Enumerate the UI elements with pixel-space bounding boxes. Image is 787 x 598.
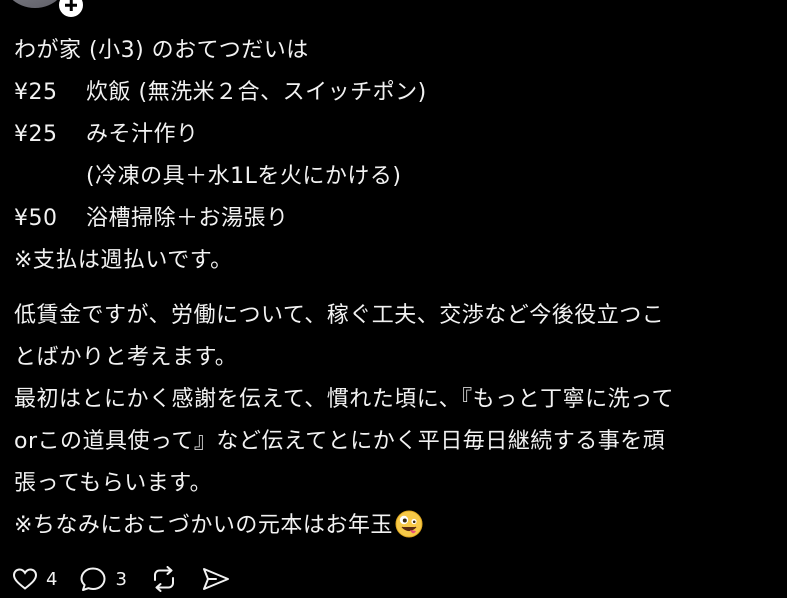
chore-row: ¥25 みそ汁作り <box>14 114 784 156</box>
paragraph-line: orこの道具使って』など伝えてとにかく平日毎日継続する事を頑 <box>14 429 666 454</box>
post-intro: わが家 (小3) のおてつだいは <box>14 38 309 63</box>
like-button[interactable]: 4 <box>12 567 57 591</box>
repost-icon <box>153 566 174 592</box>
repost-button[interactable] <box>149 566 179 592</box>
post-body: わが家 (小3) のおてつだいは ¥25 炊飯 (無洗米２合、スイッチポン) ¥… <box>14 30 784 547</box>
chore-price <box>14 156 86 198</box>
chore-price: ¥25 <box>14 122 58 147</box>
heart-icon <box>12 568 38 590</box>
share-button[interactable] <box>201 566 231 592</box>
payment-note: ※支払は週払いです。 <box>14 248 233 273</box>
chore-row: ¥25 炊飯 (無洗米２合、スイッチポン) <box>14 72 784 114</box>
chore-price: ¥50 <box>14 206 58 231</box>
zany-face-emoji-icon <box>395 510 423 538</box>
chore-task: みそ汁作り <box>86 122 199 147</box>
reply-count: 3 <box>115 568 127 590</box>
chore-task: 炊飯 (無洗米２合、スイッチポン) <box>86 80 427 105</box>
chore-row: ¥50 浴槽掃除＋お湯張り <box>14 198 784 240</box>
paragraph-line: 張ってもらいます。 <box>14 471 213 496</box>
action-bar: 4 3 <box>12 562 253 596</box>
chore-price: ¥25 <box>14 80 58 105</box>
reply-button[interactable]: 3 <box>79 566 127 592</box>
closing-text: ※ちなみにおこづかいの元本はお年玉 <box>14 513 393 538</box>
post-container: わが家 (小3) のおてつだいは ¥25 炊飯 (無洗米２合、スイッチポン) ¥… <box>0 0 787 598</box>
chore-task: 浴槽掃除＋お湯張り <box>86 206 289 231</box>
chore-task: (冷凍の具＋水1Lを火にかける) <box>86 164 402 189</box>
paragraph-line: 最初はとにかく感謝を伝えて、慣れた頃に、『もっと丁寧に洗って <box>14 387 675 412</box>
comment-bubble-icon <box>80 567 106 591</box>
closing-line: ※ちなみにおこづかいの元本はお年玉 <box>14 505 784 547</box>
like-count: 4 <box>46 568 58 590</box>
paragraph-line: とばかりと考えます。 <box>14 345 238 370</box>
send-icon <box>202 568 229 590</box>
paragraph-line: 低賃金ですが、労働について、稼ぐ工夫、交渉など今後役立つこ <box>14 303 665 328</box>
chore-row: (冷凍の具＋水1Lを火にかける) <box>14 156 784 198</box>
follow-plus-icon[interactable] <box>56 0 86 20</box>
